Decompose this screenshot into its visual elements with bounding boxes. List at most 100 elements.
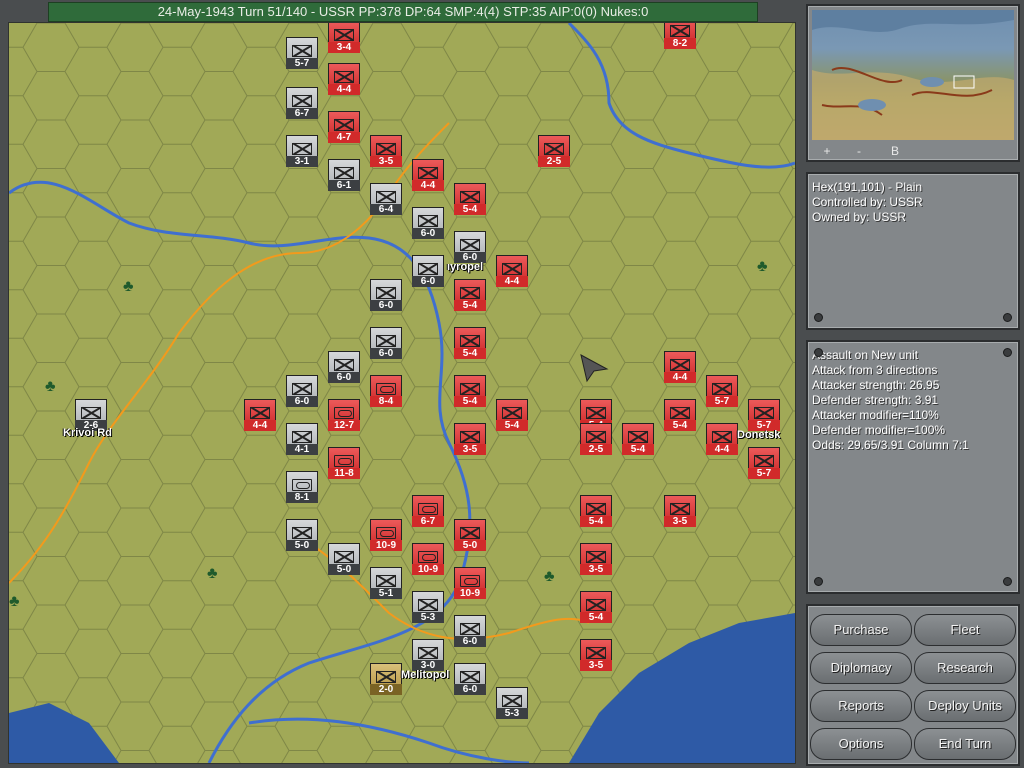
unit-counter[interactable]: 5-7 (748, 447, 780, 479)
unit-counter[interactable]: 3-5 (580, 543, 612, 575)
infantry-icon (292, 431, 312, 443)
unit-counter[interactable]: 5-4 (454, 375, 486, 407)
forest-icon: ♣ (45, 378, 56, 395)
unit-counter[interactable]: 5-3 (412, 591, 444, 623)
deploy-units-button[interactable]: Deploy Units (914, 690, 1016, 722)
unit-counter[interactable]: 8-2 (664, 23, 696, 49)
minimap[interactable] (812, 10, 1014, 140)
unit-counter[interactable]: 4-1 (286, 423, 318, 455)
unit-counter[interactable]: 5-3 (496, 687, 528, 719)
unit-counter[interactable]: 4-4 (412, 159, 444, 191)
unit-counter[interactable]: 5-4 (664, 399, 696, 431)
unit-counter[interactable]: 6-0 (454, 231, 486, 263)
unit-counter[interactable]: 6-1 (328, 159, 360, 191)
unit-counter[interactable]: 6-0 (286, 375, 318, 407)
unit-counter[interactable]: 5-4 (496, 399, 528, 431)
unit-counter[interactable]: 2-0 (370, 663, 402, 695)
zoom-out-button[interactable]: - (848, 144, 870, 158)
unit-strength-label: 5-0 (328, 564, 360, 575)
purchase-button[interactable]: Purchase (810, 614, 912, 646)
unit-counter[interactable]: 3-5 (454, 423, 486, 455)
unit-counter[interactable]: 11-8 (328, 447, 360, 479)
infantry-icon (292, 45, 312, 57)
rivet-icon (1003, 313, 1012, 322)
armor-icon (418, 551, 438, 563)
unit-counter[interactable]: 6-4 (370, 183, 402, 215)
unit-strength-label: 5-4 (454, 300, 486, 311)
unit-strength-label: 3-5 (664, 516, 696, 527)
options-button[interactable]: Options (810, 728, 912, 760)
unit-counter[interactable]: 6-0 (328, 351, 360, 383)
unit-counter[interactable]: 3-1 (286, 135, 318, 167)
unit-counter[interactable]: 4-7 (328, 111, 360, 143)
unit-counter[interactable]: 4-4 (706, 423, 738, 455)
unit-counter[interactable]: 5-1 (370, 567, 402, 599)
research-button[interactable]: Research (914, 652, 1016, 684)
unit-counter[interactable]: 5-7 (748, 399, 780, 431)
unit-counter[interactable]: 5-4 (580, 495, 612, 527)
unit-counter[interactable]: 2-5 (580, 423, 612, 455)
unit-counter[interactable]: 4-4 (496, 255, 528, 287)
unit-strength-label: 4-1 (286, 444, 318, 455)
unit-counter[interactable]: 6-0 (412, 255, 444, 287)
game-map[interactable]: 5-7 6-7 3-1 6-1 6-4 6-0 6-0 6-0 6-0 6-0 6-0 6-0 2-6 4… (8, 22, 796, 764)
unit-strength-label: 4-4 (244, 420, 276, 431)
unit-counter[interactable]: 3-5 (370, 135, 402, 167)
infantry-icon (292, 143, 312, 155)
infantry-icon (334, 167, 354, 179)
unit-counter[interactable]: 3-4 (328, 23, 360, 53)
end-turn-button[interactable]: End Turn (914, 728, 1016, 760)
unit-counter[interactable]: 4-4 (244, 399, 276, 431)
unit-strength-label: 5-4 (580, 516, 612, 527)
unit-counter[interactable]: 4-4 (328, 63, 360, 95)
unit-counter[interactable]: 6-0 (412, 207, 444, 239)
unit-counter[interactable]: 4-4 (664, 351, 696, 383)
diplomacy-button[interactable]: Diplomacy (810, 652, 912, 684)
unit-counter[interactable]: 5-0 (286, 519, 318, 551)
fleet-button[interactable]: Fleet (914, 614, 1016, 646)
unit-strength-label: 5-4 (454, 396, 486, 407)
unit-counter[interactable]: 5-4 (622, 423, 654, 455)
unit-counter[interactable]: 5-4 (454, 327, 486, 359)
unit-counter[interactable]: 3-5 (664, 495, 696, 527)
infantry-icon (712, 431, 732, 443)
unit-counter[interactable]: 5-4 (454, 183, 486, 215)
zoom-in-button[interactable]: + (816, 144, 838, 158)
unit-counter[interactable]: 5-4 (454, 279, 486, 311)
forest-icon: ♣ (207, 565, 218, 582)
unit-counter[interactable]: 8-1 (286, 471, 318, 503)
unit-counter[interactable]: 6-7 (286, 87, 318, 119)
infantry-icon (334, 119, 354, 131)
unit-counter[interactable]: 6-0 (454, 663, 486, 695)
unit-strength-label: 5-4 (454, 348, 486, 359)
unit-strength-label: 5-7 (748, 468, 780, 479)
unit-counter[interactable]: 10-9 (370, 519, 402, 551)
unit-counter[interactable]: 6-0 (454, 615, 486, 647)
unit-counter[interactable]: 6-0 (370, 327, 402, 359)
unit-counter[interactable]: 5-0 (454, 519, 486, 551)
infantry-icon (376, 287, 396, 299)
unit-counter[interactable]: 5-7 (706, 375, 738, 407)
unit-strength-label: 4-4 (706, 444, 738, 455)
unit-counter[interactable]: 5-7 (286, 37, 318, 69)
unit-counter[interactable]: 8-4 (370, 375, 402, 407)
unit-counter[interactable]: 10-9 (454, 567, 486, 599)
toggle-b-button[interactable]: B (884, 144, 906, 158)
unit-counter[interactable]: 5-4 (580, 591, 612, 623)
unit-counter[interactable]: 6-7 (412, 495, 444, 527)
infantry-icon (418, 599, 438, 611)
unit-strength-label: 8-2 (664, 38, 696, 49)
unit-counter[interactable]: 10-9 (412, 543, 444, 575)
unit-strength-label: 4-4 (664, 372, 696, 383)
unit-counter[interactable]: 3-5 (580, 639, 612, 671)
unit-counter[interactable]: 3-0 (412, 639, 444, 671)
unit-counter[interactable]: 12-7 (328, 399, 360, 431)
unit-strength-label: 10-9 (370, 540, 402, 551)
unit-counter[interactable]: 6-0 (370, 279, 402, 311)
unit-counter[interactable]: 5-0 (328, 543, 360, 575)
infantry-icon (460, 623, 480, 635)
reports-button[interactable]: Reports (810, 690, 912, 722)
infantry-icon (670, 359, 690, 371)
unit-counter[interactable]: 2-5 (538, 135, 570, 167)
city-label-krivoi-rog: Krivoi Rd (63, 427, 112, 439)
